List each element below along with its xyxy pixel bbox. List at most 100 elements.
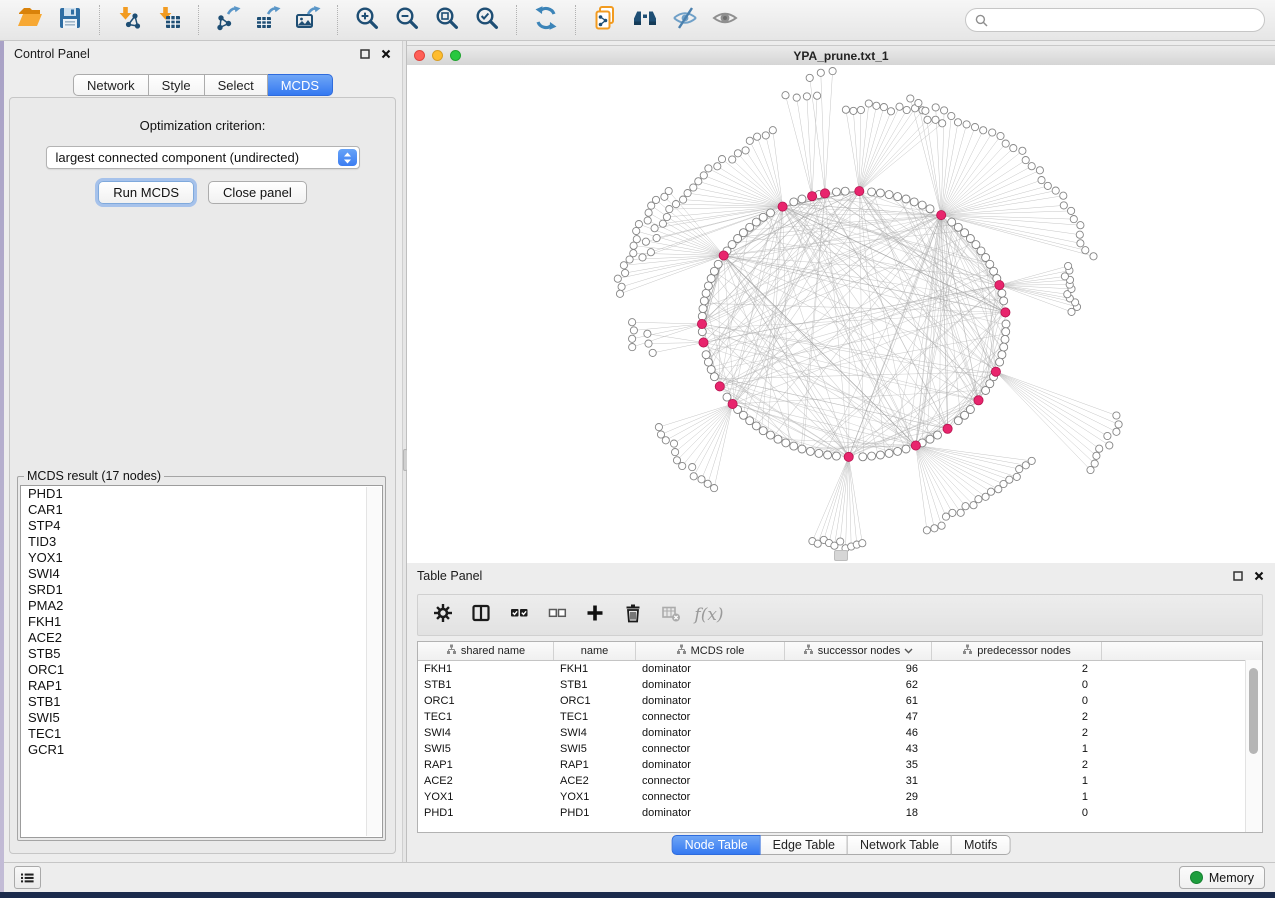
refresh-view-button[interactable] (526, 4, 566, 36)
table-cell[interactable]: SWI4 (418, 725, 554, 741)
close-panel-icon[interactable] (380, 48, 392, 60)
table-cell[interactable]: dominator (636, 757, 785, 773)
zoom-selected-button[interactable] (467, 4, 507, 36)
result-node-item[interactable]: ORC1 (21, 662, 382, 678)
table-cell[interactable]: 0 (932, 677, 1102, 693)
table-row[interactable]: YOX1YOX1connector291 (418, 789, 1262, 805)
network-from-selection-button[interactable] (585, 4, 625, 36)
result-node-item[interactable]: TEC1 (21, 726, 382, 742)
table-cell[interactable]: 1 (932, 773, 1102, 789)
table-cell[interactable]: 0 (932, 805, 1102, 821)
table-cell[interactable]: 18 (785, 805, 932, 821)
result-node-item[interactable]: PMA2 (21, 598, 382, 614)
network-graph[interactable] (407, 65, 1275, 563)
table-cell[interactable]: 61 (785, 693, 932, 709)
close-panel-button[interactable]: Close panel (208, 181, 307, 204)
table-cell[interactable]: RAP1 (418, 757, 554, 773)
result-node-item[interactable]: STB1 (21, 694, 382, 710)
table-row[interactable]: RAP1RAP1dominator352 (418, 757, 1262, 773)
table-row[interactable]: PHD1PHD1dominator180 (418, 805, 1262, 821)
export-image-button[interactable] (288, 4, 328, 36)
memory-button[interactable]: Memory (1179, 866, 1265, 889)
criterion-select[interactable]: largest connected component (undirected) (46, 146, 360, 169)
table-cell[interactable]: connector (636, 773, 785, 789)
result-node-item[interactable]: TID3 (21, 534, 382, 550)
table-cell[interactable]: PHD1 (554, 805, 636, 821)
table-cell[interactable]: SWI5 (554, 741, 636, 757)
network-canvas[interactable] (407, 65, 1275, 563)
horizontal-splitter-grip[interactable] (834, 550, 848, 561)
find-network-button[interactable] (625, 4, 665, 36)
result-node-item[interactable]: ACE2 (21, 630, 382, 646)
table-row[interactable]: ACE2ACE2connector311 (418, 773, 1262, 789)
table-scrollbar[interactable] (1245, 660, 1262, 832)
table-row[interactable]: FKH1FKH1dominator962 (418, 661, 1262, 677)
table-cell[interactable]: SWI4 (554, 725, 636, 741)
table-cell[interactable]: connector (636, 789, 785, 805)
result-node-item[interactable]: GCR1 (21, 742, 382, 758)
result-node-item[interactable]: SRD1 (21, 582, 382, 598)
tab-select[interactable]: Select (205, 74, 268, 96)
table-cell[interactable]: FKH1 (418, 661, 554, 677)
delete-table-button[interactable] (654, 599, 688, 631)
result-node-item[interactable]: CAR1 (21, 502, 382, 518)
table-cell[interactable]: 43 (785, 741, 932, 757)
add-column-button[interactable] (578, 599, 612, 631)
table-row[interactable]: SWI4SWI4dominator462 (418, 725, 1262, 741)
open-file-button[interactable] (10, 4, 50, 36)
table-cell[interactable]: 62 (785, 677, 932, 693)
column-header-successor-nodes[interactable]: successor nodes (785, 642, 932, 660)
table-cell[interactable]: 46 (785, 725, 932, 741)
network-title-bar[interactable]: YPA_prune.txt_1 (407, 45, 1275, 66)
table-cell[interactable]: 2 (932, 661, 1102, 677)
float-panel-icon[interactable] (1232, 570, 1244, 582)
table-row[interactable]: STB1STB1dominator620 (418, 677, 1262, 693)
result-node-item[interactable]: RAP1 (21, 678, 382, 694)
table-cell[interactable]: 0 (932, 693, 1102, 709)
table-row[interactable]: ORC1ORC1dominator610 (418, 693, 1262, 709)
table-cell[interactable]: dominator (636, 725, 785, 741)
column-header-shared-name[interactable]: shared name (418, 642, 554, 660)
export-table-button[interactable] (248, 4, 288, 36)
result-node-item[interactable]: SWI5 (21, 710, 382, 726)
zoom-out-button[interactable] (387, 4, 427, 36)
table-cell[interactable]: 96 (785, 661, 932, 677)
unselect-all-columns-button[interactable] (540, 599, 574, 631)
float-panel-icon[interactable] (359, 48, 371, 60)
tab-style[interactable]: Style (149, 74, 205, 96)
table-cell[interactable]: ORC1 (418, 693, 554, 709)
column-header-MCDS-role[interactable]: MCDS role (636, 642, 785, 660)
show-columns-button[interactable] (464, 599, 498, 631)
table-cell[interactable]: ORC1 (554, 693, 636, 709)
table-cell[interactable]: dominator (636, 693, 785, 709)
table-scrollbar-thumb[interactable] (1249, 668, 1258, 754)
table-cell[interactable]: 1 (932, 741, 1102, 757)
table-cell[interactable]: 29 (785, 789, 932, 805)
result-node-item[interactable]: STB5 (21, 646, 382, 662)
result-node-item[interactable]: PHD1 (21, 486, 382, 502)
tab-network-table[interactable]: Network Table (848, 835, 952, 855)
tab-node-table[interactable]: Node Table (672, 835, 761, 855)
show-all-button[interactable] (705, 4, 745, 36)
table-cell[interactable]: 2 (932, 725, 1102, 741)
table-cell[interactable]: STB1 (554, 677, 636, 693)
run-mcds-button[interactable]: Run MCDS (98, 181, 194, 204)
table-cell[interactable]: 31 (785, 773, 932, 789)
table-cell[interactable]: ACE2 (418, 773, 554, 789)
table-cell[interactable]: connector (636, 741, 785, 757)
tab-motifs[interactable]: Motifs (952, 835, 1010, 855)
result-node-item[interactable]: YOX1 (21, 550, 382, 566)
table-cell[interactable]: 2 (932, 757, 1102, 773)
table-row[interactable]: SWI5SWI5connector431 (418, 741, 1262, 757)
table-cell[interactable]: TEC1 (554, 709, 636, 725)
import-network-button[interactable] (109, 4, 149, 36)
result-node-item[interactable]: SWI4 (21, 566, 382, 582)
table-cell[interactable]: STB1 (418, 677, 554, 693)
search-box[interactable] (965, 8, 1265, 32)
table-cell[interactable]: ACE2 (554, 773, 636, 789)
table-cell[interactable]: dominator (636, 805, 785, 821)
select-all-columns-button[interactable] (502, 599, 536, 631)
table-cell[interactable]: 1 (932, 789, 1102, 805)
tab-network[interactable]: Network (73, 74, 149, 96)
search-input[interactable] (994, 12, 1255, 28)
